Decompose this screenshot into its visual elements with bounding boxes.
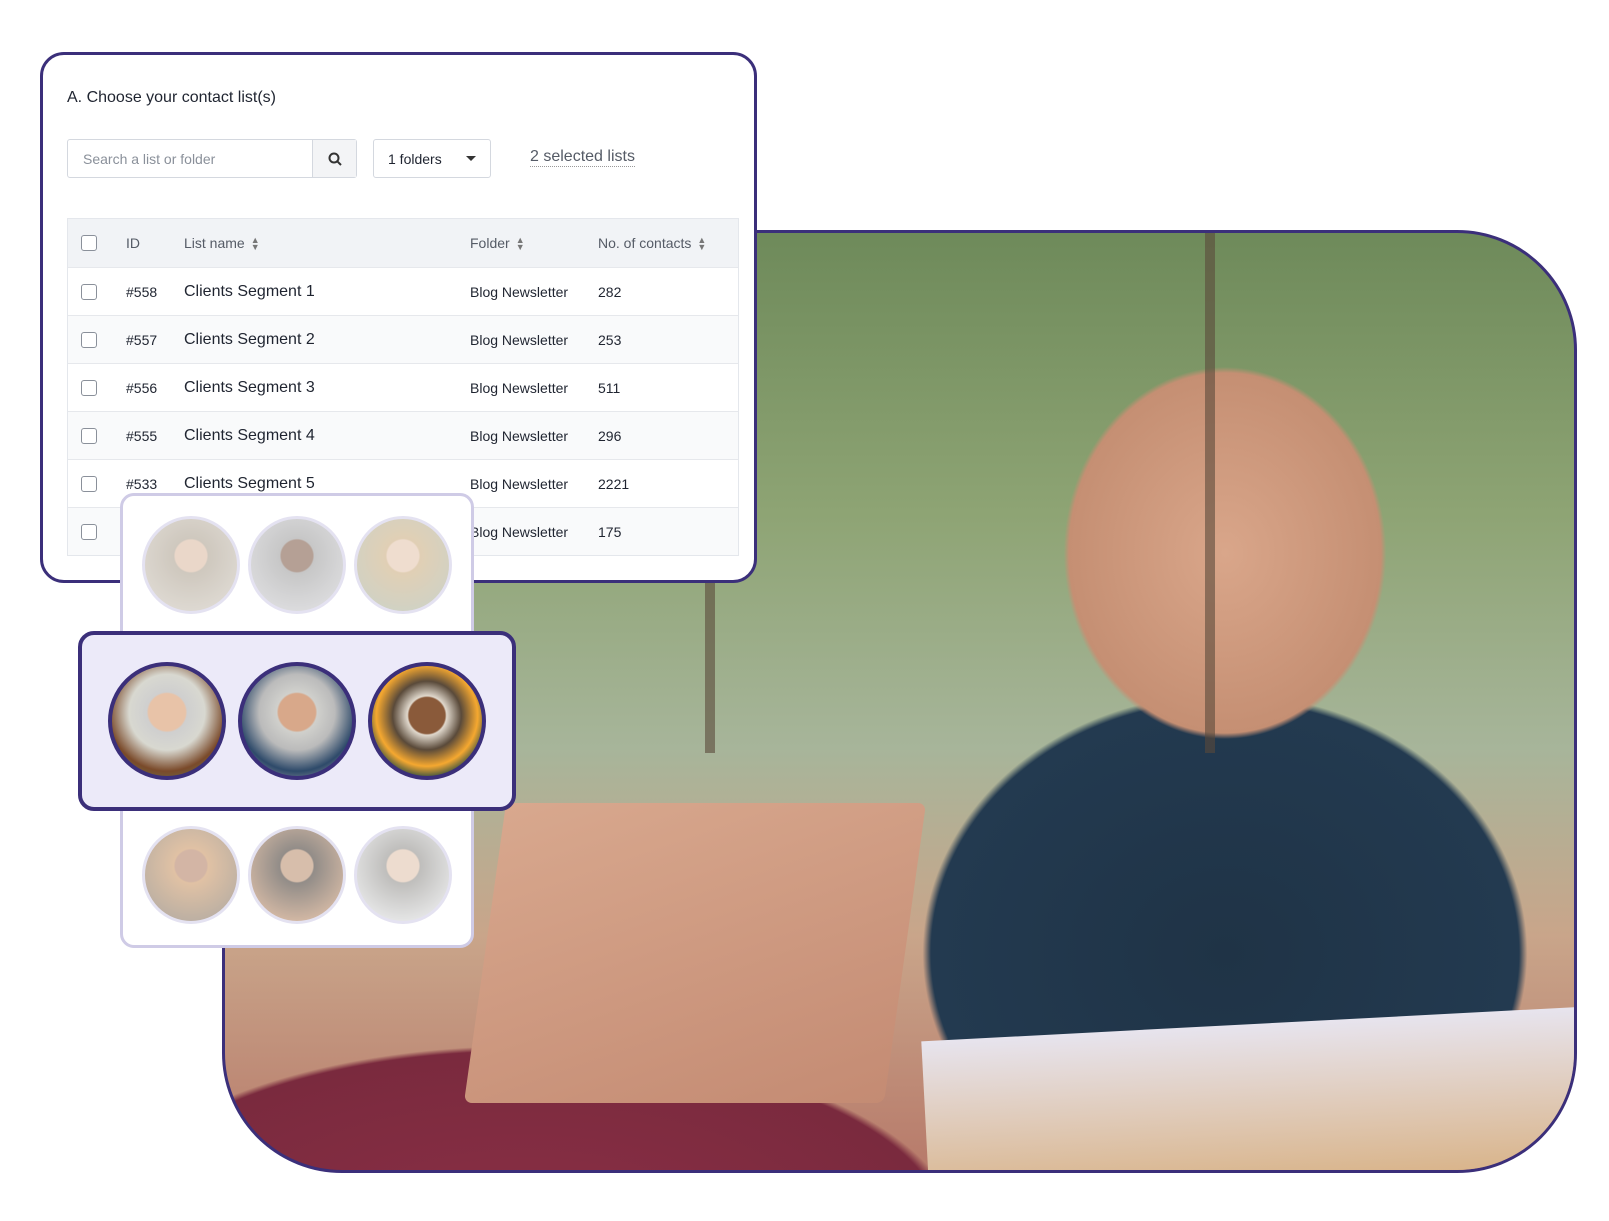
avatar [354, 826, 452, 924]
list-folder: Blog Newsletter [470, 523, 569, 540]
table-header: ID List name ▲ ▼ Folder ▲ ▼ No. of contacts ▲… [68, 219, 738, 267]
list-contacts: 282 [598, 283, 622, 300]
list-contacts: 511 [598, 379, 621, 396]
list-contacts: 2221 [598, 475, 630, 492]
row-checkbox[interactable] [81, 427, 97, 444]
list-folder: Blog Newsletter [470, 475, 569, 492]
selected-lists-link[interactable]: 2 selected lists [530, 148, 635, 167]
column-contacts[interactable]: No. of contacts ▲ ▼ [598, 234, 738, 253]
column-label: No. of contacts [598, 234, 692, 251]
row-checkbox[interactable] [81, 523, 97, 540]
row-checkbox[interactable] [81, 283, 97, 300]
selected-contacts-row [78, 631, 516, 811]
list-id: #533 [126, 475, 158, 492]
search-icon [328, 152, 342, 166]
desk [921, 1004, 1574, 1170]
list-name: Clients Segment 1 [184, 282, 315, 300]
list-contacts: 296 [598, 427, 622, 444]
list-id: #556 [126, 379, 158, 396]
column-list-name[interactable]: List name ▲ ▼ [184, 234, 470, 253]
select-all-checkbox[interactable] [81, 235, 97, 251]
list-id: #555 [126, 427, 158, 444]
row-checkbox[interactable] [81, 331, 97, 348]
column-id[interactable]: ID [126, 235, 184, 251]
avatar-row [123, 826, 471, 924]
laptop [463, 803, 927, 1103]
avatar-row [123, 516, 471, 614]
avatar [142, 826, 240, 924]
list-folder: Blog Newsletter [470, 427, 569, 444]
list-name: Clients Segment 3 [184, 378, 315, 396]
search-box [67, 139, 357, 178]
list-folder: Blog Newsletter [470, 331, 569, 348]
folders-dropdown[interactable]: 1 folders [373, 139, 491, 178]
row-checkbox[interactable] [81, 379, 97, 396]
list-contacts: 253 [598, 331, 622, 348]
column-folder[interactable]: Folder ▲ ▼ [470, 234, 598, 253]
avatar [108, 662, 226, 780]
column-label: List name [184, 234, 245, 251]
avatar [248, 826, 346, 924]
row-checkbox[interactable] [81, 475, 97, 492]
search-input[interactable] [68, 140, 312, 177]
table-row[interactable]: #557 Clients Segment 2 Blog Newsletter 253 [68, 315, 738, 363]
list-name: Clients Segment 2 [184, 330, 315, 348]
list-id: #558 [126, 283, 158, 300]
window-frame [1205, 233, 1215, 753]
table-row[interactable]: #556 Clients Segment 3 Blog Newsletter 511 [68, 363, 738, 411]
list-folder: Blog Newsletter [470, 379, 569, 396]
list-id: #557 [126, 331, 158, 348]
table-row[interactable]: #558 Clients Segment 1 Blog Newsletter 282 [68, 267, 738, 315]
sort-icon: ▲ ▼ [697, 235, 707, 253]
caret-down-icon [466, 156, 476, 161]
card-title: A. Choose your contact list(s) [67, 89, 276, 106]
list-name: Clients Segment 5 [184, 474, 315, 492]
table-row[interactable]: #555 Clients Segment 4 Blog Newsletter 296 [68, 411, 738, 459]
list-name: Clients Segment 4 [184, 426, 315, 444]
avatar [368, 662, 486, 780]
folders-label: 1 folders [388, 150, 442, 167]
column-label: Folder [470, 234, 510, 251]
avatar [238, 662, 356, 780]
sort-icon: ▲ ▼ [515, 235, 525, 253]
avatar [354, 516, 452, 614]
list-contacts: 175 [598, 523, 622, 540]
search-button[interactable] [312, 140, 356, 177]
avatar [142, 516, 240, 614]
avatar [248, 516, 346, 614]
list-folder: Blog Newsletter [470, 283, 569, 300]
sort-icon: ▲ ▼ [250, 235, 260, 253]
